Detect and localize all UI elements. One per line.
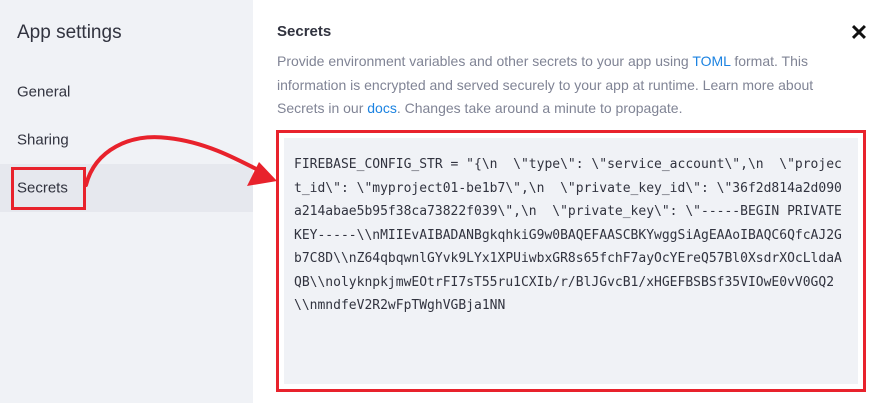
sidebar-item-sharing[interactable]: Sharing (0, 116, 253, 164)
secrets-editor[interactable]: FIREBASE_CONFIG_STR = "{\n \"type\": \"s… (284, 138, 858, 384)
description-text: Provide environment variables and other … (277, 53, 693, 69)
sidebar: App settings General Sharing Secrets (0, 0, 253, 403)
secrets-annotation-box (11, 167, 86, 210)
sidebar-item-label: Sharing (17, 131, 69, 149)
toml-link[interactable]: TOML (692, 53, 730, 69)
close-icon[interactable]: ✕ (848, 22, 870, 44)
secrets-editor-text[interactable]: FIREBASE_CONFIG_STR = "{\n \"type\": \"s… (294, 153, 848, 318)
sidebar-item-general[interactable]: General (0, 68, 253, 116)
sidebar-title: App settings (17, 22, 122, 43)
description-text: . Changes take around a minute to propag… (396, 100, 683, 116)
secrets-description: Provide environment variables and other … (277, 50, 862, 121)
section-title: Secrets (277, 23, 332, 40)
docs-link[interactable]: docs (367, 100, 397, 116)
sidebar-item-label: General (17, 83, 71, 101)
